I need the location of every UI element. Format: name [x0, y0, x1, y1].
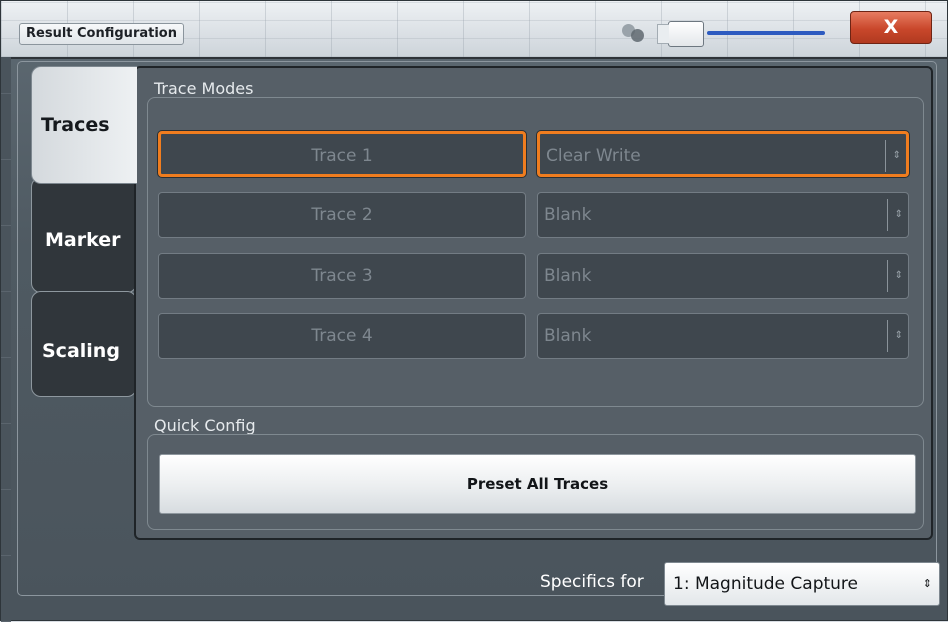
- tab-marker[interactable]: Marker: [31, 177, 137, 293]
- dialog-title: Result Configuration: [19, 23, 184, 45]
- transparency-icon: [622, 24, 650, 44]
- transparency-slider-track[interactable]: [707, 31, 825, 35]
- tab-marker-label: Marker: [45, 229, 121, 251]
- updown-arrow-icon: ⇕: [894, 209, 903, 220]
- trace-1-mode-select[interactable]: Clear Write ⇕: [537, 131, 909, 177]
- updown-arrow-icon: ⇕: [894, 270, 903, 281]
- trace-2-mode-select[interactable]: Blank ⇕: [537, 192, 909, 238]
- trace-1-button[interactable]: Trace 1: [158, 131, 526, 177]
- quick-config-label: Quick Config: [154, 416, 256, 435]
- trace-4-button[interactable]: Trace 4: [158, 313, 526, 359]
- close-button[interactable]: X: [850, 11, 932, 44]
- updown-arrow-icon: ⇕: [922, 577, 932, 590]
- tab-traces[interactable]: Traces: [31, 66, 137, 184]
- trace-4-mode-select[interactable]: Blank ⇕: [537, 313, 909, 359]
- trace-2-button[interactable]: Trace 2: [158, 192, 526, 238]
- select-divider: [887, 320, 888, 352]
- trace-2-mode-value: Blank: [544, 205, 592, 225]
- transparency-circle-dark: [631, 29, 644, 42]
- select-divider: [887, 199, 888, 231]
- traces-content-panel: Trace Modes Trace 1 Clear Write ⇕ Trace …: [134, 66, 933, 540]
- transparency-slider-thumb[interactable]: [657, 21, 704, 47]
- updown-arrow-icon: ⇕: [894, 330, 903, 341]
- tab-scaling-label: Scaling: [42, 340, 120, 362]
- trace-4-mode-value: Blank: [544, 326, 592, 346]
- updown-arrow-icon: ⇕: [892, 150, 901, 161]
- result-configuration-dialog: Result Configuration X Traces Marker Sca…: [0, 0, 948, 622]
- preset-all-traces-button[interactable]: Preset All Traces: [159, 454, 916, 514]
- specifics-selected-value: 1: Magnitude Capture: [673, 574, 859, 594]
- trace-3-mode-select[interactable]: Blank ⇕: [537, 253, 909, 299]
- trace-modes-label: Trace Modes: [154, 79, 254, 98]
- select-divider: [887, 260, 888, 292]
- trace-3-button[interactable]: Trace 3: [158, 253, 526, 299]
- select-divider: [885, 140, 886, 172]
- specifics-select[interactable]: 1: Magnitude Capture ⇕: [664, 562, 940, 606]
- tab-scaling[interactable]: Scaling: [31, 291, 137, 397]
- trace-1-mode-value: Clear Write: [546, 146, 641, 166]
- title-bar[interactable]: Result Configuration X: [1, 1, 947, 59]
- trace-3-mode-value: Blank: [544, 266, 592, 286]
- left-edge-strip: [1, 57, 11, 622]
- tab-traces-label: Traces: [41, 114, 110, 136]
- specifics-for-label: Specifics for: [540, 572, 644, 592]
